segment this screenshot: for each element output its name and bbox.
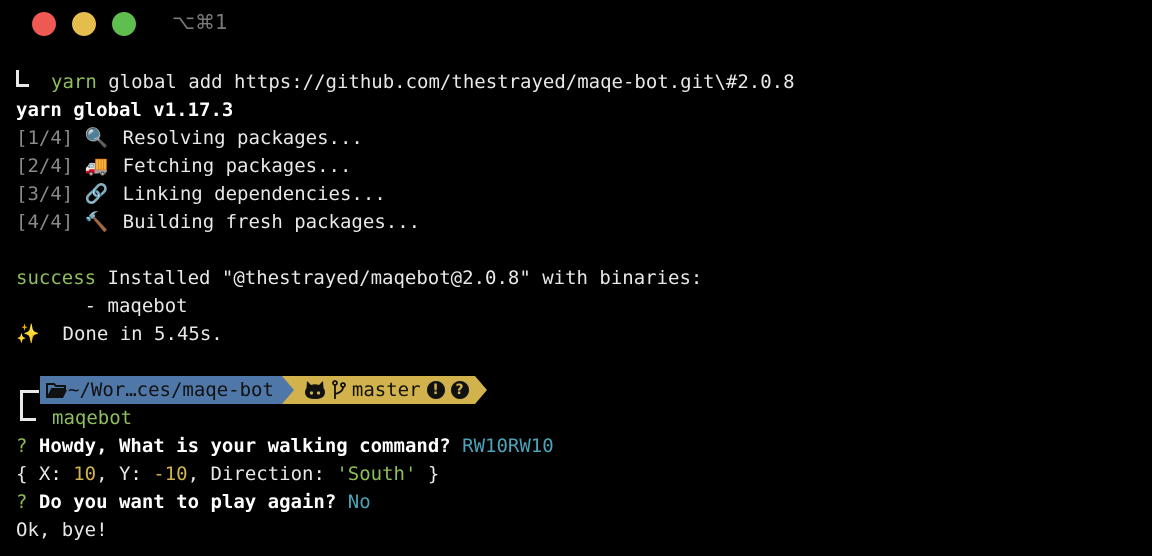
hammer-icon: 🔨 [84, 211, 109, 233]
done-line: ✨ Done in 5.45s. [16, 320, 1136, 348]
branch-name: master [351, 379, 421, 401]
step-text: Resolving packages... [122, 127, 363, 149]
git-branch-icon [332, 380, 346, 399]
step-line: [2/4] 🚚 Fetching packages... [16, 152, 1136, 180]
answer-text: RW10RW10 [450, 435, 554, 457]
result-sep-1: , Y: [96, 463, 154, 485]
link-icon: 🔗 [84, 183, 109, 205]
done-text: Done in 5.45s. [39, 323, 223, 345]
step-line: [4/4] 🔨 Building fresh packages... [16, 208, 1136, 236]
close-button[interactable] [32, 12, 56, 36]
step-text: Building fresh packages... [122, 211, 421, 233]
title-bar: ⌥⌘1 [0, 0, 1152, 46]
prompt-command: maqebot [52, 407, 133, 429]
prompt-bracket [20, 390, 39, 421]
command-args: global add https://github.com/thestrayed… [96, 71, 795, 93]
prompt-segments: ~/Wor…ces/maqe-bot master ! ? [40, 376, 487, 404]
farewell-line: Ok, bye! [16, 519, 108, 541]
result-close: } [416, 463, 440, 485]
step-text: Linking dependencies... [122, 183, 386, 205]
segment-separator [281, 376, 294, 404]
yarn-header: yarn global v1.17.3 [16, 99, 234, 121]
prompt-bracket-bottom [20, 418, 36, 421]
question-text: Do you want to play again? [27, 491, 337, 513]
step-line: [1/4] 🔍 Resolving packages... [16, 124, 1136, 152]
step-index: [2/4] [16, 155, 74, 177]
git-segment: master ! ? [293, 376, 475, 404]
step-index: [4/4] [16, 211, 74, 233]
truck-icon: 🚚 [84, 155, 109, 177]
powerline-prompt: ~/Wor…ces/maqe-bot master ! ? maqebot [16, 376, 1136, 432]
step-index: [1/4] [16, 127, 74, 149]
terminal-output[interactable]: yarn global add https://github.com/thest… [16, 68, 1136, 544]
result-sep-2: , Direction: [187, 463, 337, 485]
question-text: Howdy, What is your walking command? [27, 435, 451, 457]
exclamation-icon: ! [426, 381, 445, 399]
folder-open-icon [46, 383, 67, 398]
result-y: -10 [153, 463, 188, 485]
success-line: success Installed "@thestrayed/maqebot@2… [16, 264, 1136, 292]
step-line: [3/4] 🔗 Linking dependencies... [16, 180, 1136, 208]
result-direction: 'South' [336, 463, 417, 485]
question-mark: ? [16, 491, 28, 513]
zoom-button[interactable] [112, 12, 136, 36]
segment-separator [474, 376, 487, 404]
magnifier-icon: 🔍 [84, 127, 109, 149]
question-line: ? Howdy, What is your walking command? R… [16, 432, 1136, 460]
success-label: success [16, 267, 97, 289]
step-text: Fetching packages... [122, 155, 352, 177]
question-mark: ? [16, 435, 28, 457]
question-line: ? Do you want to play again? No [16, 488, 1136, 516]
prompt-corner [16, 70, 29, 87]
directory-segment: ~/Wor…ces/maqe-bot [40, 376, 282, 404]
directory-path: ~/Wor…ces/maqe-bot [68, 379, 274, 401]
question-icon: ? [450, 381, 469, 399]
result-line: { X: 10, Y: -10, Direction: 'South' } [16, 460, 1136, 488]
step-index: [3/4] [16, 183, 74, 205]
answer-text: No [336, 491, 371, 513]
result-x: 10 [73, 463, 97, 485]
command-name: yarn [51, 71, 97, 93]
success-text: Installed "@thestrayed/maqebot@2.0.8" wi… [96, 267, 703, 289]
github-icon [304, 381, 325, 399]
minimize-button[interactable] [72, 12, 96, 36]
install-command-line: yarn global add https://github.com/thest… [16, 68, 1136, 96]
sparkles-icon: ✨ [16, 323, 40, 345]
binary-line: - maqebot [16, 295, 188, 317]
result-open: { X: [16, 463, 74, 485]
window-shortcut: ⌥⌘1 [172, 10, 228, 34]
